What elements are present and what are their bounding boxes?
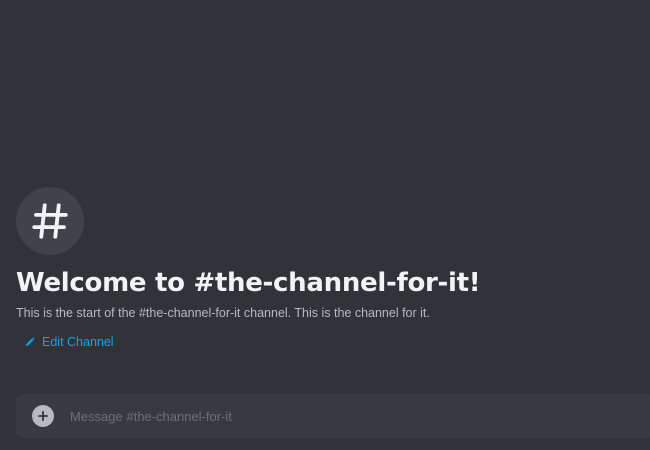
attach-button[interactable] (32, 405, 54, 427)
plus-circle-icon (37, 410, 49, 422)
chat-main-area: Welcome to #the-channel-for-it! This is … (0, 0, 650, 450)
pencil-icon (26, 337, 35, 346)
edit-channel-label: Edit Channel (42, 335, 114, 349)
message-composer (16, 394, 650, 438)
edit-channel-button[interactable]: Edit Channel (24, 335, 114, 349)
welcome-description: This is the start of the #the-channel-fo… (16, 306, 430, 320)
message-input[interactable] (70, 394, 650, 438)
channel-welcome-section: Welcome to #the-channel-for-it! This is … (16, 187, 636, 352)
welcome-title: Welcome to #the-channel-for-it! (16, 268, 481, 298)
channel-icon-badge (16, 187, 84, 255)
hash-icon (32, 203, 68, 239)
